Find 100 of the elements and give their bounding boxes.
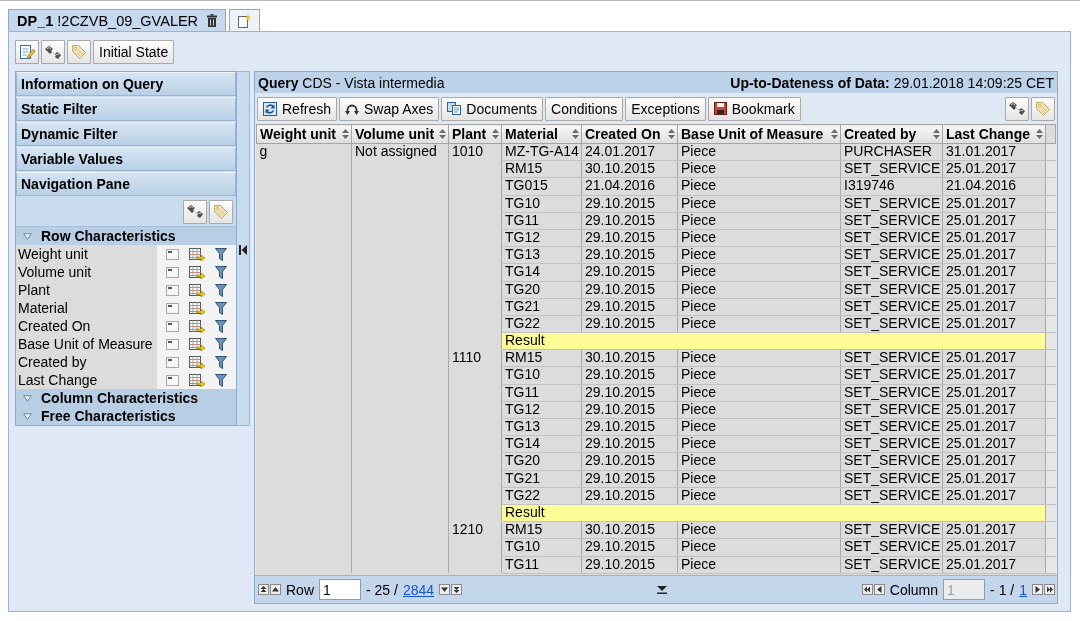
triangle-down-icon[interactable] <box>23 394 32 402</box>
new-tab[interactable] <box>229 9 261 31</box>
characteristic-item[interactable]: Material <box>16 299 157 317</box>
table-cell: g <box>256 143 352 574</box>
filter-icon[interactable] <box>215 355 227 369</box>
table-cell: 1210 <box>448 521 502 574</box>
group-title: Column Characteristics <box>41 390 199 406</box>
table-arrow-icon[interactable] <box>189 265 205 279</box>
group-header[interactable]: Row Characteristics <box>16 227 236 245</box>
toolbar-button[interactable]: Conditions <box>545 96 624 121</box>
documents-button[interactable]: Documents <box>441 96 544 121</box>
sort-icon <box>933 129 940 139</box>
double-down-arrow-icon[interactable] <box>451 584 463 595</box>
table-arrow-icon[interactable] <box>189 283 205 297</box>
triangle-down-icon[interactable] <box>23 412 32 420</box>
tools-icon[interactable] <box>187 205 203 218</box>
group-title: Free Characteristics <box>41 408 176 424</box>
toolbar-button[interactable]: Initial State <box>93 40 175 64</box>
table-arrow-icon[interactable] <box>189 319 205 333</box>
down-arrow-icon[interactable] <box>439 584 451 595</box>
trash-icon[interactable] <box>207 14 218 27</box>
table-cell: 1110 <box>448 349 502 522</box>
characteristic-item[interactable]: Last Change <box>16 371 157 389</box>
right-arrow-icon[interactable] <box>1032 584 1043 595</box>
column-header[interactable]: Created On <box>581 124 678 144</box>
sort-icon <box>831 129 838 139</box>
characteristic-item[interactable]: Base Unit of Measure <box>16 335 157 353</box>
column-header[interactable]: Base Unit of Measure <box>677 124 841 144</box>
characteristic-item[interactable]: Created by <box>16 353 157 371</box>
sidebar-section[interactable]: Static Filter <box>16 97 236 121</box>
double-left-arrow-icon[interactable] <box>861 584 873 595</box>
column-range: - 1 / <box>990 581 1015 598</box>
column-header[interactable]: Last Change <box>942 124 1046 144</box>
filter-icon[interactable] <box>215 319 227 333</box>
left-arrow-icon[interactable] <box>873 584 885 595</box>
row-total-link[interactable]: 2844 <box>402 581 435 598</box>
filter-icon[interactable] <box>215 373 227 387</box>
sort-icon <box>492 129 499 139</box>
filter-icon[interactable] <box>215 337 227 351</box>
swap-button[interactable]: Swap Axes <box>339 96 440 121</box>
characteristic-item[interactable]: Created On <box>16 317 157 335</box>
arch-arrows-icon[interactable] <box>345 102 360 115</box>
filter-icon[interactable] <box>215 301 227 315</box>
window-icon[interactable] <box>166 248 179 260</box>
table-cell: 1010 <box>448 143 502 350</box>
row-label: Row <box>286 581 314 598</box>
collapse-icon[interactable] <box>239 245 247 255</box>
window-icon[interactable] <box>166 338 179 350</box>
characteristic-item[interactable]: Plant <box>16 281 157 299</box>
tools-icon[interactable] <box>45 45 61 59</box>
window-icon[interactable] <box>166 356 179 368</box>
pages-icon[interactable] <box>447 102 462 115</box>
table-arrow-icon[interactable] <box>189 337 205 351</box>
group-header[interactable]: Column Characteristics <box>16 389 236 407</box>
double-up-arrow-icon[interactable] <box>258 584 269 595</box>
column-header[interactable]: Plant <box>448 124 502 144</box>
sidebar-section[interactable]: Variable Values <box>16 147 236 171</box>
filter-icon[interactable] <box>215 265 227 279</box>
column-header[interactable]: Weight unit <box>256 124 352 144</box>
sort-icon <box>668 129 675 139</box>
table-arrow-icon[interactable] <box>189 373 205 387</box>
window-icon[interactable] <box>166 284 179 296</box>
triangle-down-icon[interactable] <box>23 232 32 240</box>
column-header[interactable]: Volume unit <box>351 124 449 144</box>
refresh-icon[interactable] <box>263 101 277 116</box>
sort-icon <box>572 129 579 139</box>
characteristic-item[interactable]: Volume unit <box>16 263 157 281</box>
bookmark-button[interactable]: Bookmark <box>707 96 801 121</box>
window-icon[interactable] <box>166 266 179 278</box>
tools-icon[interactable] <box>1009 102 1025 115</box>
sidebar-section[interactable]: Information on Query <box>16 72 236 96</box>
toolbar-button[interactable]: Exceptions <box>625 96 706 121</box>
table-arrow-icon[interactable] <box>189 355 205 369</box>
up-arrow-icon[interactable] <box>270 584 281 595</box>
settings-button[interactable] <box>1005 96 1029 121</box>
window-icon[interactable] <box>166 374 179 386</box>
table-cell: Not assigned <box>351 143 449 574</box>
settings-button[interactable] <box>41 40 65 64</box>
sidebar-section[interactable]: Navigation Pane <box>16 172 236 196</box>
filter-icon[interactable] <box>215 247 227 261</box>
data-freshness: Up-to-Dateness of Data: 29.01.2018 14:09:25 CET <box>730 74 1054 91</box>
characteristic-item[interactable]: Weight unit <box>16 245 157 263</box>
row-range: - 25 / <box>366 581 398 598</box>
expand-down-icon[interactable] <box>656 585 667 594</box>
window-icon[interactable] <box>166 320 179 332</box>
document-tab[interactable]: DP_1 !2CZVB_09_GVALER <box>8 9 227 31</box>
table-arrow-icon[interactable] <box>189 247 205 261</box>
sidebar-section[interactable]: Dynamic Filter <box>16 122 236 146</box>
column-header[interactable]: Material <box>501 124 582 144</box>
column-header[interactable]: Created by <box>840 124 943 144</box>
sort-icon <box>439 129 446 139</box>
group-header[interactable]: Free Characteristics <box>16 407 236 425</box>
refresh-button[interactable]: Refresh <box>257 96 338 121</box>
settings-button[interactable] <box>183 199 207 224</box>
table-arrow-icon[interactable] <box>189 301 205 315</box>
column-total-link[interactable]: 1 <box>1019 581 1027 598</box>
row-input[interactable]: 1 <box>319 579 361 600</box>
filter-icon[interactable] <box>215 283 227 297</box>
window-icon[interactable] <box>166 302 179 314</box>
double-right-arrow-icon[interactable] <box>1044 584 1055 595</box>
